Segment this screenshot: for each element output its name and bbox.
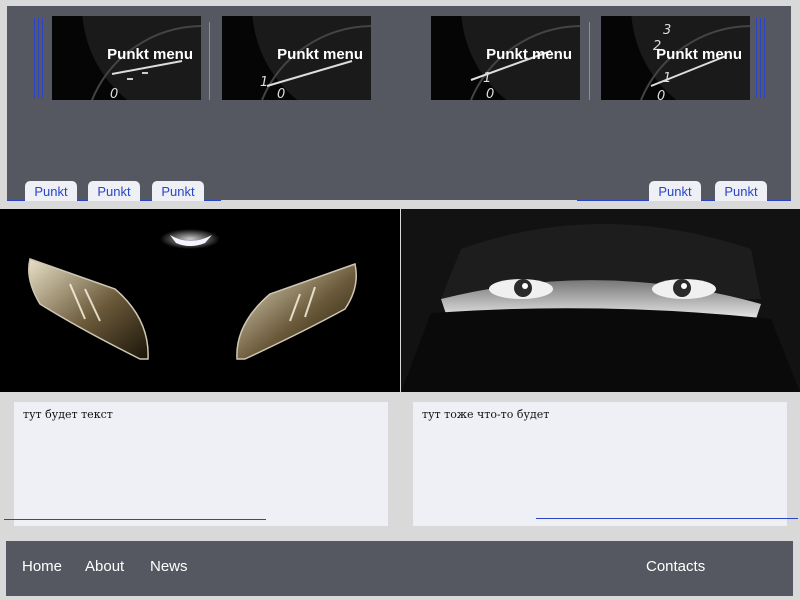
header: 0 Punkt menu 1 0 Punkt menu 1 0 Punkt me…: [7, 6, 791, 201]
separator: [209, 22, 210, 100]
tab-right-2[interactable]: Punkt: [715, 181, 767, 201]
menu-tile-1[interactable]: 0 Punkt menu: [52, 16, 201, 100]
content-box-left: тут будет текст: [14, 402, 388, 526]
decor-line: [34, 18, 35, 98]
content-box-right: тут тоже что-то будет: [413, 402, 787, 526]
tab-left-2[interactable]: Punkt: [88, 181, 140, 201]
svg-text:0: 0: [486, 87, 494, 100]
tab-left-1[interactable]: Punkt: [25, 181, 77, 201]
svg-text:1: 1: [483, 71, 491, 86]
nav-home[interactable]: Home: [22, 558, 62, 575]
nav-news[interactable]: News: [150, 558, 188, 575]
menu-tile-2[interactable]: 1 0 Punkt menu: [222, 16, 371, 100]
decor-line: [4, 519, 266, 520]
svg-text:3: 3: [663, 23, 671, 38]
menu-tile-label: Punkt menu: [277, 46, 363, 63]
decor-line: [42, 18, 43, 98]
svg-text:0: 0: [110, 87, 118, 100]
svg-text:1: 1: [663, 71, 671, 86]
nav-contacts[interactable]: Contacts: [646, 558, 705, 575]
tab-right-1[interactable]: Punkt: [649, 181, 701, 201]
footer: Home About News Contacts: [6, 541, 793, 596]
decor-line: [756, 18, 757, 98]
decor-line: [764, 18, 765, 98]
svg-text:0: 0: [277, 87, 285, 100]
tab-left-3[interactable]: Punkt: [152, 181, 204, 201]
decor-line: [38, 18, 39, 98]
motorcycle-headlights-image: [0, 209, 400, 392]
menu-tile-label: Punkt menu: [656, 46, 742, 63]
content-text: тут будет текст: [23, 408, 113, 421]
separator: [589, 22, 590, 100]
nav-about[interactable]: About: [85, 558, 124, 575]
menu-tile-label: Punkt menu: [486, 46, 572, 63]
svg-text:1: 1: [260, 75, 268, 90]
menu-tile-label: Punkt menu: [107, 46, 193, 63]
menu-tile-4[interactable]: 0 1 2 3 Punkt menu: [601, 16, 750, 100]
menu-tile-3[interactable]: 1 0 Punkt menu: [431, 16, 580, 100]
veiled-eyes-image: [401, 209, 800, 392]
content-text: тут тоже что-то будет: [422, 408, 550, 421]
svg-text:0: 0: [657, 89, 665, 100]
decor-line: [536, 518, 798, 519]
decor-line: [760, 18, 761, 98]
